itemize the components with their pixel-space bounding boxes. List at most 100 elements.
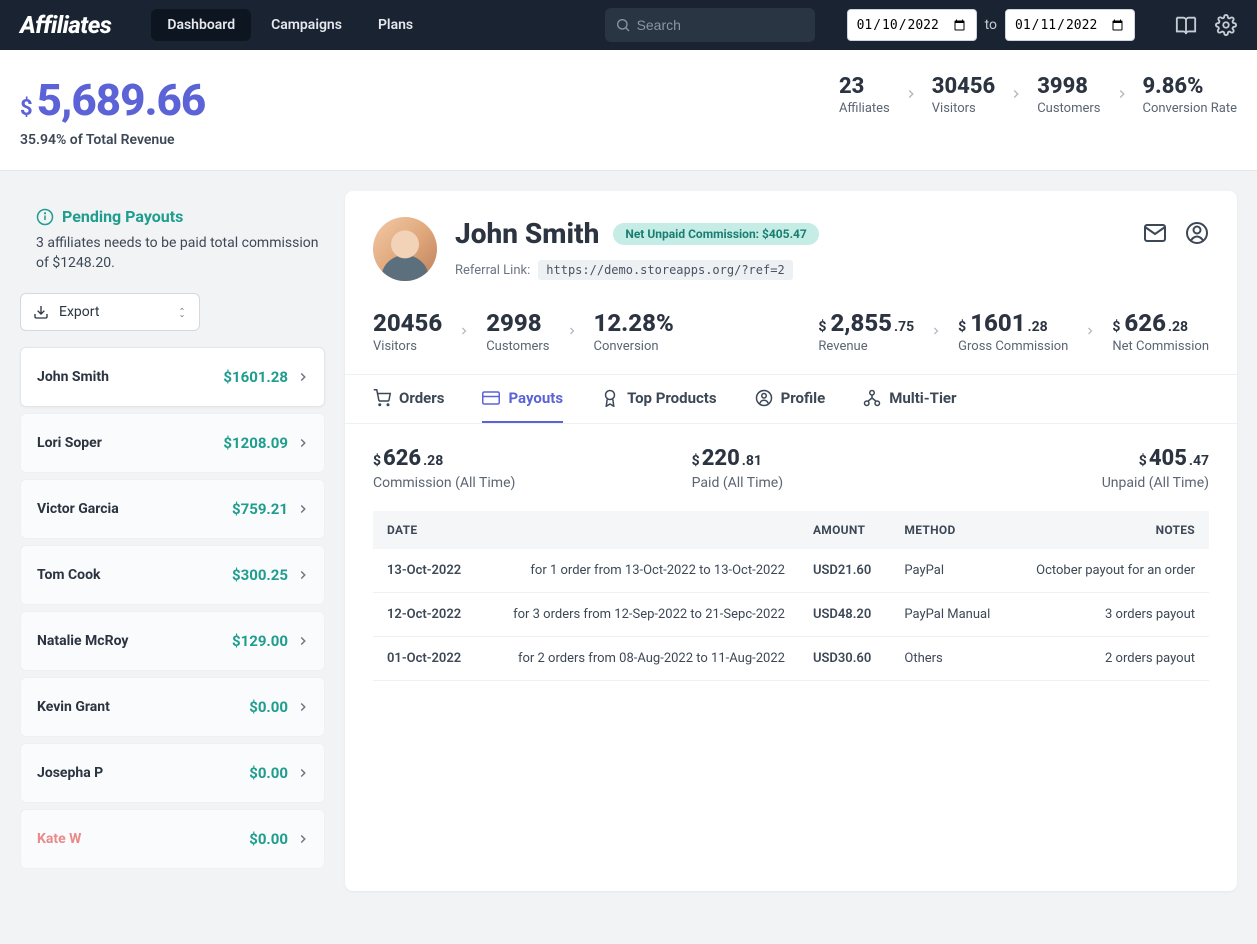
main-nav: Dashboard Campaigns Plans xyxy=(151,9,429,41)
th-notes: NOTES xyxy=(1011,511,1209,549)
card-icon xyxy=(482,389,500,407)
tab-profile[interactable]: Profile xyxy=(755,375,826,423)
stat-visitors: 20456 Visitors xyxy=(373,309,442,354)
th-method: METHOD xyxy=(890,511,1011,549)
cart-icon xyxy=(373,389,391,407)
payout-paid: $ 220.81 Paid (All Time) xyxy=(632,446,951,491)
tab-multi-tier[interactable]: Multi-Tier xyxy=(863,375,956,423)
cell-method: PayPal xyxy=(890,549,1011,593)
kpi-label: Visitors xyxy=(932,101,995,116)
tab-top-products[interactable]: Top Products xyxy=(601,375,717,423)
date-from-input[interactable] xyxy=(847,9,977,41)
affiliate-name: Kevin Grant xyxy=(37,699,110,715)
affiliate-item[interactable]: Natalie McRoy $129.00 xyxy=(20,611,325,671)
affiliate-item[interactable]: Lori Soper $1208.09 xyxy=(20,413,325,473)
info-icon xyxy=(36,208,54,226)
chevron-right-icon xyxy=(560,322,584,341)
table-row: 13-Oct-2022 for 1 order from 13-Oct-2022… xyxy=(373,549,1209,593)
affiliate-item[interactable]: John Smith $1601.28 xyxy=(20,347,325,407)
nav-campaigns[interactable]: Campaigns xyxy=(255,9,358,41)
stat-customers: 2998 Customers xyxy=(486,309,549,354)
export-wrap: Export xyxy=(20,293,325,347)
docs-icon[interactable] xyxy=(1175,14,1197,36)
tab-orders[interactable]: Orders xyxy=(373,375,444,423)
chevron-right-icon xyxy=(1009,86,1023,105)
chevron-right-icon xyxy=(296,766,310,780)
chevron-right-icon xyxy=(904,86,918,105)
referral-link[interactable]: https://demo.storeapps.org/?ref=2 xyxy=(538,260,792,280)
profile-actions xyxy=(1143,221,1209,245)
cell-date: 01-Oct-2022 xyxy=(373,637,481,681)
cell-notes: 2 orders payout xyxy=(1011,637,1209,681)
kpi-visitors: 30456 Visitors xyxy=(932,74,995,116)
affiliate-name: Victor Garcia xyxy=(37,501,119,517)
th-date: DATE xyxy=(373,511,481,549)
nav-plans[interactable]: Plans xyxy=(362,9,429,41)
nav-dashboard[interactable]: Dashboard xyxy=(151,9,251,41)
payout-label: Commission (All Time) xyxy=(373,475,632,491)
top-bar: Affiliates Dashboard Campaigns Plans to xyxy=(0,0,1257,50)
date-to-input[interactable] xyxy=(1005,9,1135,41)
table-row: 12-Oct-2022 for 3 orders from 12-Sep-202… xyxy=(373,593,1209,637)
export-button[interactable]: Export xyxy=(20,293,200,331)
cell-date: 13-Oct-2022 xyxy=(373,549,481,593)
kpi-affiliates: 23 Affiliates xyxy=(839,74,890,116)
affiliate-amount: $759.21 xyxy=(232,500,288,518)
affiliate-item[interactable]: Tom Cook $300.25 xyxy=(20,545,325,605)
kpi-value: 23 xyxy=(839,74,890,99)
pending-desc: 3 affiliates needs to be paid total comm… xyxy=(36,234,325,273)
payout-table: DATE AMOUNT METHOD NOTES 13-Oct-2022 for… xyxy=(373,511,1209,681)
table-row: 01-Oct-2022 for 2 orders from 08-Aug-202… xyxy=(373,637,1209,681)
top-icons xyxy=(1175,14,1237,36)
cell-amount: USD30.60 xyxy=(799,637,890,681)
cell-notes: 3 orders payout xyxy=(1011,593,1209,637)
affiliate-amount: $1601.28 xyxy=(223,368,288,386)
total-revenue-value: 5,689.66 xyxy=(37,74,206,126)
settings-icon[interactable] xyxy=(1215,14,1237,36)
stat-conversion: 12.28% Conversion xyxy=(594,309,674,354)
payout-table-wrap: DATE AMOUNT METHOD NOTES 13-Oct-2022 for… xyxy=(345,511,1237,709)
kpi-label: Affiliates xyxy=(839,101,890,116)
stat-label: Revenue xyxy=(818,339,914,354)
cell-notes: October payout for an order xyxy=(1011,549,1209,593)
cell-amount: USD21.60 xyxy=(799,549,890,593)
unpaid-badge: Net Unpaid Commission: $405.47 xyxy=(613,223,818,245)
affiliate-item[interactable]: Josepha P $0.00 xyxy=(20,743,325,803)
tree-icon xyxy=(863,389,881,407)
affiliate-amount: $129.00 xyxy=(232,632,288,650)
profile-header: John Smith Net Unpaid Commission: $405.4… xyxy=(345,191,1237,303)
affiliate-name: Josepha P xyxy=(37,765,103,781)
select-chevron-icon xyxy=(177,306,187,319)
profile-name: John Smith xyxy=(455,217,599,250)
award-icon xyxy=(601,389,619,407)
affiliate-name: Tom Cook xyxy=(37,567,100,583)
th-amount: AMOUNT xyxy=(799,511,890,549)
stat-label: Customers xyxy=(486,339,549,354)
payout-commission: $ 626.28 Commission (All Time) xyxy=(373,446,632,491)
mail-icon[interactable] xyxy=(1143,221,1167,245)
chevron-right-icon xyxy=(296,634,310,648)
kpi-value: 3998 xyxy=(1037,74,1100,99)
user-icon[interactable] xyxy=(1185,221,1209,245)
tab-payouts[interactable]: Payouts xyxy=(482,375,563,423)
kpi-value: 9.86% xyxy=(1143,74,1238,99)
kpi-value: 30456 xyxy=(932,74,995,99)
cell-method: PayPal Manual xyxy=(890,593,1011,637)
chevron-right-icon xyxy=(452,322,476,341)
avatar xyxy=(373,217,437,281)
affiliate-item[interactable]: Victor Garcia $759.21 xyxy=(20,479,325,539)
affiliate-name: Lori Soper xyxy=(37,435,102,451)
affiliate-name: Kate W xyxy=(37,831,81,847)
cell-amount: USD48.20 xyxy=(799,593,890,637)
chevron-right-icon xyxy=(296,568,310,582)
affiliate-item[interactable]: Kevin Grant $0.00 xyxy=(20,677,325,737)
affiliate-name: Natalie McRoy xyxy=(37,633,128,649)
affiliate-item[interactable]: Kate W $0.00 xyxy=(20,809,325,869)
stat-gross-commission: $1601.28 Gross Commission xyxy=(958,309,1068,354)
chevron-right-icon xyxy=(296,370,310,384)
search-input[interactable] xyxy=(605,8,815,42)
cell-date: 12-Oct-2022 xyxy=(373,593,481,637)
chevron-right-icon xyxy=(924,322,948,341)
affiliate-amount: $0.00 xyxy=(249,698,288,716)
cell-desc: for 3 orders from 12-Sep-2022 to 21-Sepc… xyxy=(481,593,799,637)
